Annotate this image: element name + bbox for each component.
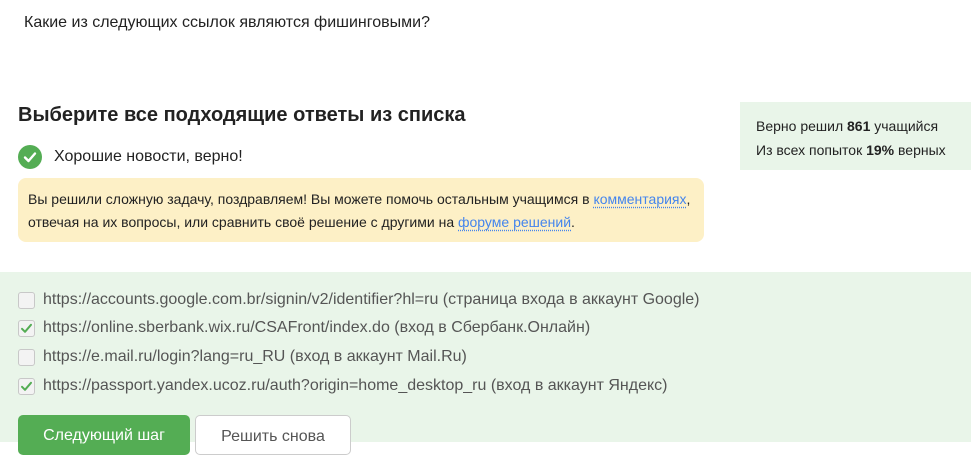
answer-checkbox[interactable] <box>18 348 35 366</box>
retry-button[interactable]: Решить снова <box>195 415 351 455</box>
status-row: Хорошие новости, верно! <box>18 145 243 169</box>
answer-label: https://accounts.google.com.br/signin/v2… <box>43 291 700 308</box>
question-text: Какие из следующих ссылок являются фишин… <box>24 14 430 31</box>
answer-checkbox[interactable] <box>18 377 35 395</box>
solutions-forum-link[interactable]: форуме решений <box>458 214 571 230</box>
notice-text-3: . <box>571 214 575 230</box>
answer-checkbox[interactable] <box>18 319 35 337</box>
answer-label: https://e.mail.ru/login?lang=ru_RU (вход… <box>43 348 467 365</box>
answer-option[interactable]: https://accounts.google.com.br/signin/v2… <box>18 291 700 309</box>
answers-heading: Выберите все подходящие ответы из списка <box>18 104 466 126</box>
stats-solved-line: Верно решил 861 учащийся <box>756 114 971 138</box>
stats-solved-count: 861 <box>847 118 871 134</box>
answer-option[interactable]: https://online.sberbank.wix.ru/CSAFront/… <box>18 319 590 337</box>
status-text: Хорошие новости, верно! <box>54 148 243 165</box>
answer-checkbox[interactable] <box>18 291 35 309</box>
stats-attempts-line: Из всех попыток 19% верных <box>756 138 971 162</box>
checkmark-icon <box>21 323 32 333</box>
answer-label: https://passport.yandex.ucoz.ru/auth?ori… <box>43 377 668 394</box>
stats-attempts-prefix: Из всех попыток <box>756 142 863 158</box>
stats-solved-suffix: учащийся <box>874 118 939 134</box>
checkmark-icon <box>21 381 32 391</box>
next-step-button[interactable]: Следующий шаг <box>18 415 190 455</box>
check-circle-icon <box>18 145 42 169</box>
stats-solved-prefix: Верно решил <box>756 118 844 134</box>
stats-attempts-suffix: верных <box>898 142 946 158</box>
answer-label: https://online.sberbank.wix.ru/CSAFront/… <box>43 319 591 336</box>
comments-link[interactable]: комментариях <box>593 191 686 207</box>
answer-option[interactable]: https://e.mail.ru/login?lang=ru_RU (вход… <box>18 348 467 366</box>
notice-text-1: Вы решили сложную задачу, поздравляем! В… <box>28 191 590 207</box>
success-notice: Вы решили сложную задачу, поздравляем! В… <box>18 178 704 242</box>
stats-attempts-percent: 19% <box>866 142 895 158</box>
answers-panel: https://accounts.google.com.br/signin/v2… <box>0 272 971 455</box>
answer-option[interactable]: https://passport.yandex.ucoz.ru/auth?ori… <box>18 377 667 395</box>
stats-panel: Верно решил 861 учащийся Из всех попыток… <box>740 102 971 170</box>
